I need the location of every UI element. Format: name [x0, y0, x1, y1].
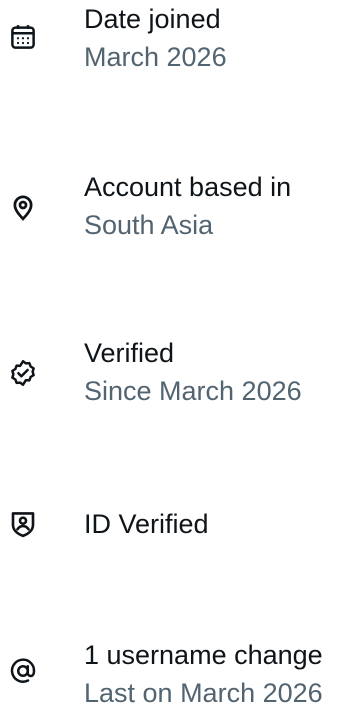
date-joined-label: Date joined — [84, 4, 221, 34]
account-based-in-text: Account based in South Asia — [84, 168, 346, 244]
date-joined-text: Date joined March 2026 — [84, 0, 346, 76]
verified-row: Verified Since March 2026 — [0, 334, 349, 414]
verified-since-value: Since March 2026 — [84, 376, 302, 406]
username-change-label: 1 username change — [84, 640, 323, 670]
account-based-in-value: South Asia — [84, 210, 214, 240]
location-pin-icon — [8, 192, 38, 222]
verified-badge-icon — [8, 358, 38, 388]
account-based-in-row: Account based in South Asia — [0, 168, 349, 248]
account-based-in-label: Account based in — [84, 172, 292, 202]
username-change-text: 1 username change Last on March 2026 — [84, 636, 346, 712]
verified-label: Verified — [84, 338, 175, 368]
id-verified-row: ID Verified — [0, 505, 349, 585]
id-verified-label: ID Verified — [84, 509, 209, 539]
date-joined-row: Date joined March 2026 — [0, 0, 349, 80]
id-shield-icon — [8, 509, 38, 539]
calendar-icon — [8, 22, 38, 52]
date-joined-value: March 2026 — [84, 42, 227, 72]
username-change-value: Last on March 2026 — [84, 678, 323, 708]
verified-text: Verified Since March 2026 — [84, 334, 346, 410]
id-verified-text: ID Verified — [84, 505, 346, 543]
username-change-row: 1 username change Last on March 2026 — [0, 636, 349, 716]
at-sign-icon — [8, 656, 38, 686]
